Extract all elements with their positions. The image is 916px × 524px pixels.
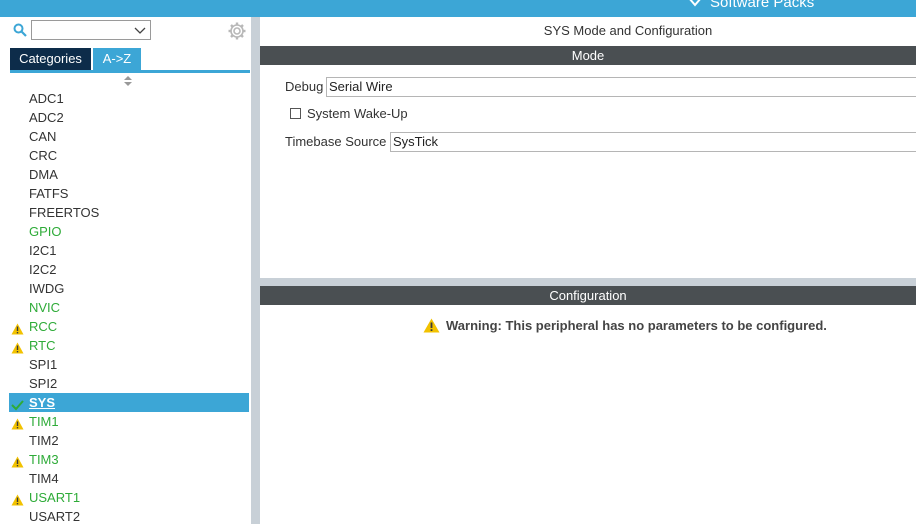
peripheral-label: SPI2 <box>29 376 58 391</box>
gear-icon[interactable] <box>228 22 246 43</box>
peripheral-item-dma[interactable]: DMA <box>9 165 249 184</box>
peripheral-label: I2C2 <box>29 262 57 277</box>
search-combo[interactable] <box>31 20 151 40</box>
warning-text: Warning: This peripheral has no paramete… <box>446 318 827 333</box>
horizontal-splitter[interactable] <box>260 278 916 286</box>
page-title: SYS Mode and Configuration <box>543 23 713 38</box>
search-icon[interactable] <box>13 23 27 40</box>
warning-icon <box>11 492 24 506</box>
warning-icon <box>11 340 24 354</box>
peripheral-label: CAN <box>29 129 57 144</box>
peripheral-item-tim3[interactable]: TIM3 <box>9 450 249 469</box>
system-wakeup-label: System Wake-Up <box>307 106 408 121</box>
tab-underline <box>10 70 250 73</box>
peripheral-item-tim2[interactable]: TIM2 <box>9 431 249 450</box>
peripheral-item-spi2[interactable]: SPI2 <box>9 374 249 393</box>
peripheral-item-iwdg[interactable]: IWDG <box>9 279 249 298</box>
peripheral-label: TIM2 <box>29 433 59 448</box>
warning-icon <box>11 454 24 468</box>
peripheral-item-crc[interactable]: CRC <box>9 146 249 165</box>
sort-icon[interactable] <box>123 75 133 90</box>
peripheral-list: ADC1 ADC2 CAN CRC DMA FATFS FREERTOS GPIO I2C1 I2… <box>9 89 249 524</box>
peripheral-item-tim4[interactable]: TIM4 <box>9 469 249 488</box>
warning-icon <box>11 321 24 335</box>
warning-icon <box>423 318 440 333</box>
peripheral-item-can[interactable]: CAN <box>9 127 249 146</box>
search-input[interactable] <box>34 22 130 38</box>
sidebar-tabs: Categories A->Z <box>10 48 141 70</box>
peripheral-item-rtc[interactable]: RTC <box>9 336 249 355</box>
warning-icon <box>11 416 24 430</box>
peripheral-item-rcc[interactable]: RCC <box>9 317 249 336</box>
peripheral-item-fatfs[interactable]: FATFS <box>9 184 249 203</box>
peripheral-label: TIM1 <box>29 414 59 429</box>
peripheral-item-adc2[interactable]: ADC2 <box>9 108 249 127</box>
peripheral-item-tim1[interactable]: TIM1 <box>9 412 249 431</box>
vertical-splitter[interactable] <box>251 17 260 524</box>
peripheral-label: TIM3 <box>29 452 59 467</box>
timebase-source-select[interactable]: SysTick <box>390 132 916 152</box>
no-parameters-warning: Warning: This peripheral has no paramete… <box>423 318 827 333</box>
peripheral-label: DMA <box>29 167 58 182</box>
chevron-down-icon[interactable] <box>134 24 146 39</box>
tab-a-to-z[interactable]: A->Z <box>93 48 141 70</box>
peripheral-label: RCC <box>29 319 58 334</box>
mode-header: Mode <box>260 46 916 65</box>
peripheral-label: IWDG <box>29 281 65 296</box>
peripheral-label: ADC1 <box>29 91 64 106</box>
peripheral-label: SYS <box>29 395 56 410</box>
peripheral-label: FREERTOS <box>29 205 100 220</box>
peripheral-item-adc1[interactable]: ADC1 <box>9 89 249 108</box>
peripheral-item-spi1[interactable]: SPI1 <box>9 355 249 374</box>
peripheral-label: ADC2 <box>29 110 64 125</box>
peripheral-item-freertos[interactable]: FREERTOS <box>9 203 249 222</box>
peripheral-label: USART1 <box>29 490 81 505</box>
debug-label: Debug <box>285 79 324 94</box>
software-packs-menu[interactable]: Software Packs <box>688 0 814 11</box>
peripheral-item-usart1[interactable]: USART1 <box>9 488 249 507</box>
peripheral-label: RTC <box>29 338 56 353</box>
peripheral-item-usart2[interactable]: USART2 <box>9 507 249 524</box>
peripheral-label: I2C1 <box>29 243 57 258</box>
top-bar: Software Packs <box>0 0 916 17</box>
peripheral-sidebar: Categories A->Z ADC1 ADC2 CAN CRC DMA FATFS FR… <box>0 17 252 524</box>
peripheral-item-nvic[interactable]: NVIC <box>9 298 249 317</box>
peripheral-item-sys[interactable]: SYS <box>9 393 249 412</box>
config-panel: SYS Mode and Configuration Mode Debug Se… <box>260 17 916 524</box>
peripheral-label: FATFS <box>29 186 69 201</box>
peripheral-label: GPIO <box>29 224 62 239</box>
timebase-source-label: Timebase Source <box>285 134 387 149</box>
peripheral-item-i2c1[interactable]: I2C1 <box>9 241 249 260</box>
tab-categories[interactable]: Categories <box>10 48 91 70</box>
peripheral-label: SPI1 <box>29 357 58 372</box>
peripheral-label: USART2 <box>29 509 81 524</box>
debug-select[interactable]: Serial Wire <box>326 77 916 97</box>
peripheral-item-i2c2[interactable]: I2C2 <box>9 260 249 279</box>
peripheral-item-gpio[interactable]: GPIO <box>9 222 249 241</box>
chevron-down-icon <box>688 0 702 11</box>
configuration-header: Configuration <box>260 286 916 305</box>
peripheral-label: NVIC <box>29 300 61 315</box>
peripheral-label: CRC <box>29 148 58 163</box>
peripheral-label: TIM4 <box>29 471 59 486</box>
system-wakeup-checkbox[interactable] <box>290 108 301 119</box>
check-icon <box>11 397 24 411</box>
software-packs-label: Software Packs <box>710 0 815 11</box>
